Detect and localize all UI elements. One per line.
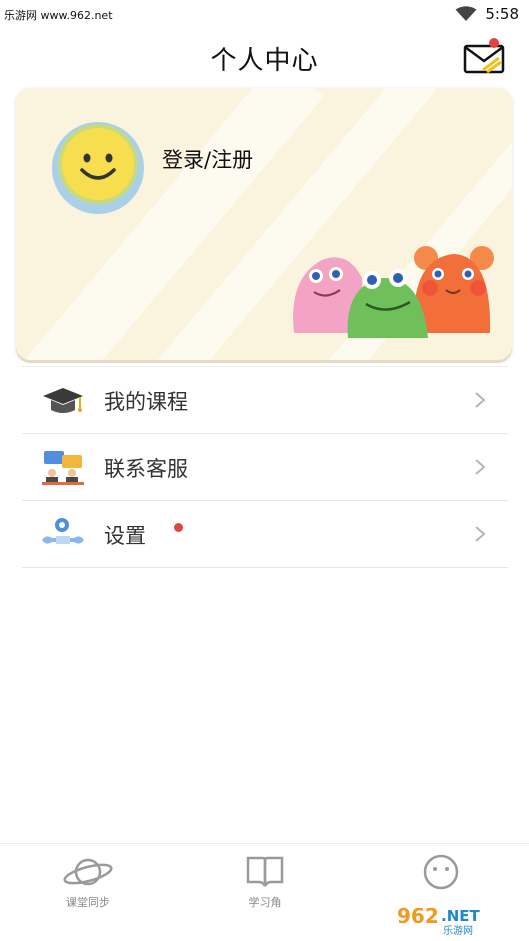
menu-item-label: 设置 [104, 524, 146, 548]
chevron-right-icon [475, 526, 486, 542]
avatar[interactable] [52, 122, 144, 214]
tab-study-corner[interactable]: 学习角 [205, 852, 325, 930]
svg-text:.NET: .NET [441, 907, 480, 925]
book-icon [246, 856, 284, 887]
smiley-avatar-icon [58, 124, 138, 204]
customer-service-icon [42, 451, 84, 485]
menu-item-label: 我的课程 [104, 390, 188, 414]
menu-item-contact-service[interactable]: 联系客服 [22, 434, 508, 501]
header: 个人中心 [0, 28, 529, 84]
tab-label: 课堂同步 [66, 896, 110, 909]
page-title: 个人中心 [210, 46, 319, 76]
mail-notification-dot [489, 38, 499, 48]
planet-icon [63, 858, 113, 886]
wifi-icon [455, 6, 477, 21]
settings-wrench-icon [42, 518, 84, 544]
menu-item-label: 联系客服 [104, 457, 188, 481]
mascots-illustration [293, 246, 494, 338]
status-time: 5:58 [485, 5, 519, 23]
graduation-cap-icon [43, 388, 83, 413]
status-source-text: 乐游网 www.962.net [4, 9, 113, 22]
menu-list: 我的课程 联系客服 设置 [22, 366, 508, 568]
menu-item-settings[interactable]: 设置 [22, 501, 508, 568]
svg-text:962: 962 [397, 904, 439, 928]
smiley-icon [423, 854, 459, 890]
mail-icon [463, 44, 505, 74]
tab-classroom-sync[interactable]: 课堂同步 [28, 852, 148, 930]
chevron-right-icon [475, 459, 486, 475]
profile-card[interactable]: 登录/注册 [16, 88, 512, 360]
chevron-right-icon [475, 392, 486, 408]
mail-button[interactable] [463, 38, 509, 74]
tab-label: 学习角 [248, 896, 282, 909]
status-bar: 乐游网 www.962.net 5:58 [0, 0, 529, 28]
login-register-link[interactable]: 登录/注册 [162, 144, 253, 174]
status-right-group: 5:58 [455, 5, 519, 23]
menu-item-my-courses[interactable]: 我的课程 [22, 366, 508, 434]
bottom-tab-bar: 课堂同步 学习角 962 .NET 乐游网 [0, 843, 529, 941]
svg-text:乐游网: 乐游网 [443, 924, 473, 937]
settings-notification-dot [174, 523, 183, 532]
watermark-logo: 962 .NET 乐游网 [391, 901, 523, 937]
